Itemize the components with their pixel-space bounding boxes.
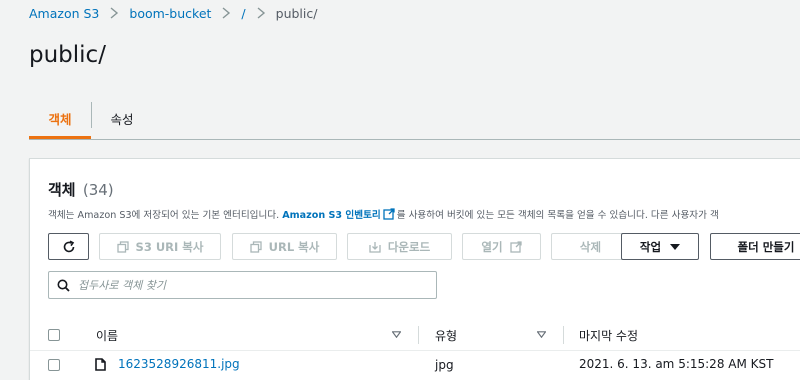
panel-title-text: 객체: [48, 181, 76, 199]
description-prefix: 객체는 Amazon S3에 저장되어 있는 기본 엔터티입니다.: [48, 210, 280, 221]
refresh-button[interactable]: [48, 233, 89, 260]
objects-panel: 객체 (34) 객체는 Amazon S3에 저장되어 있는 기본 엔터티입니다…: [29, 158, 800, 380]
breadcrumb-current: public/: [275, 5, 318, 21]
copy-icon: [250, 240, 262, 253]
delete-label: 삭제: [579, 239, 602, 254]
tab-bar: 객체 속성: [29, 98, 800, 140]
column-divider[interactable]: [418, 326, 419, 344]
table-header: 이름 유형 마지막 수정: [30, 319, 800, 351]
copy-url-button[interactable]: URL 복사: [232, 233, 337, 260]
tabs-divider: [29, 139, 800, 140]
page-title: public/: [29, 42, 106, 68]
copy-icon: [116, 240, 129, 253]
search-icon: [57, 279, 70, 292]
object-count: (34): [82, 181, 114, 199]
refresh-icon: [63, 239, 74, 252]
external-link-icon: [509, 240, 522, 253]
object-last-modified: 2021. 6. 13. am 5:15:28 AM KST: [579, 357, 774, 371]
chevron-right-icon: [221, 7, 231, 19]
actions-dropdown[interactable]: 작업: [621, 233, 699, 260]
description-suffix: 를 사용하여 버킷에 있는 모든 객체의 목록을 얻을 수 있습니다. 다른 사…: [396, 210, 719, 221]
chevron-right-icon: [256, 7, 266, 19]
column-divider[interactable]: [563, 326, 564, 344]
actions-label: 작업: [639, 239, 662, 254]
download-icon: [369, 241, 381, 253]
sort-down-icon[interactable]: [392, 331, 401, 338]
open-button[interactable]: 열기: [462, 233, 541, 260]
object-type: jpg: [435, 358, 454, 372]
breadcrumb: Amazon S3 boom-bucket / public/: [29, 4, 317, 22]
search-box[interactable]: [48, 271, 437, 299]
copy-s3-uri-button[interactable]: S3 URI 복사: [99, 233, 221, 260]
breadcrumb-bucket[interactable]: boom-bucket: [129, 6, 211, 21]
download-button[interactable]: 다운로드: [347, 233, 452, 260]
table-row[interactable]: 1623528926811.jpg jpg 2021. 6. 13. am 5:…: [30, 351, 800, 380]
chevron-right-icon: [109, 7, 119, 19]
download-label: 다운로드: [387, 239, 431, 254]
panel-title: 객체 (34): [48, 179, 114, 200]
copy-url-label: URL 복사: [268, 239, 320, 254]
column-last-modified-header[interactable]: 마지막 수정: [579, 327, 638, 344]
sort-down-icon[interactable]: [537, 331, 546, 338]
column-type-header[interactable]: 유형: [435, 327, 457, 344]
open-label: 열기: [481, 239, 503, 254]
search-input[interactable]: [78, 278, 398, 292]
external-link-icon: [383, 208, 395, 220]
object-name-link[interactable]: 1623528926811.jpg: [118, 357, 240, 371]
breadcrumb-root[interactable]: /: [241, 6, 245, 21]
file-icon: [95, 358, 106, 371]
breadcrumb-amazon-s3[interactable]: Amazon S3: [29, 6, 99, 21]
row-checkbox[interactable]: [48, 359, 60, 371]
column-name-header[interactable]: 이름: [96, 327, 118, 344]
inventory-link[interactable]: Amazon S3 인벤토리: [282, 210, 380, 221]
tab-properties[interactable]: 속성: [92, 98, 152, 138]
caret-down-icon: [670, 243, 681, 250]
panel-description: 객체는 Amazon S3에 저장되어 있는 기본 엔터티입니다. Amazon…: [48, 207, 719, 221]
create-folder-label: 폴더 만들기: [737, 239, 795, 254]
delete-button[interactable]: 삭제: [551, 233, 630, 260]
copy-s3-uri-label: S3 URI 복사: [135, 239, 204, 254]
select-all-checkbox[interactable]: [48, 329, 60, 341]
create-folder-button[interactable]: 폴더 만들기: [710, 233, 800, 260]
tab-objects[interactable]: 객체: [29, 98, 91, 138]
